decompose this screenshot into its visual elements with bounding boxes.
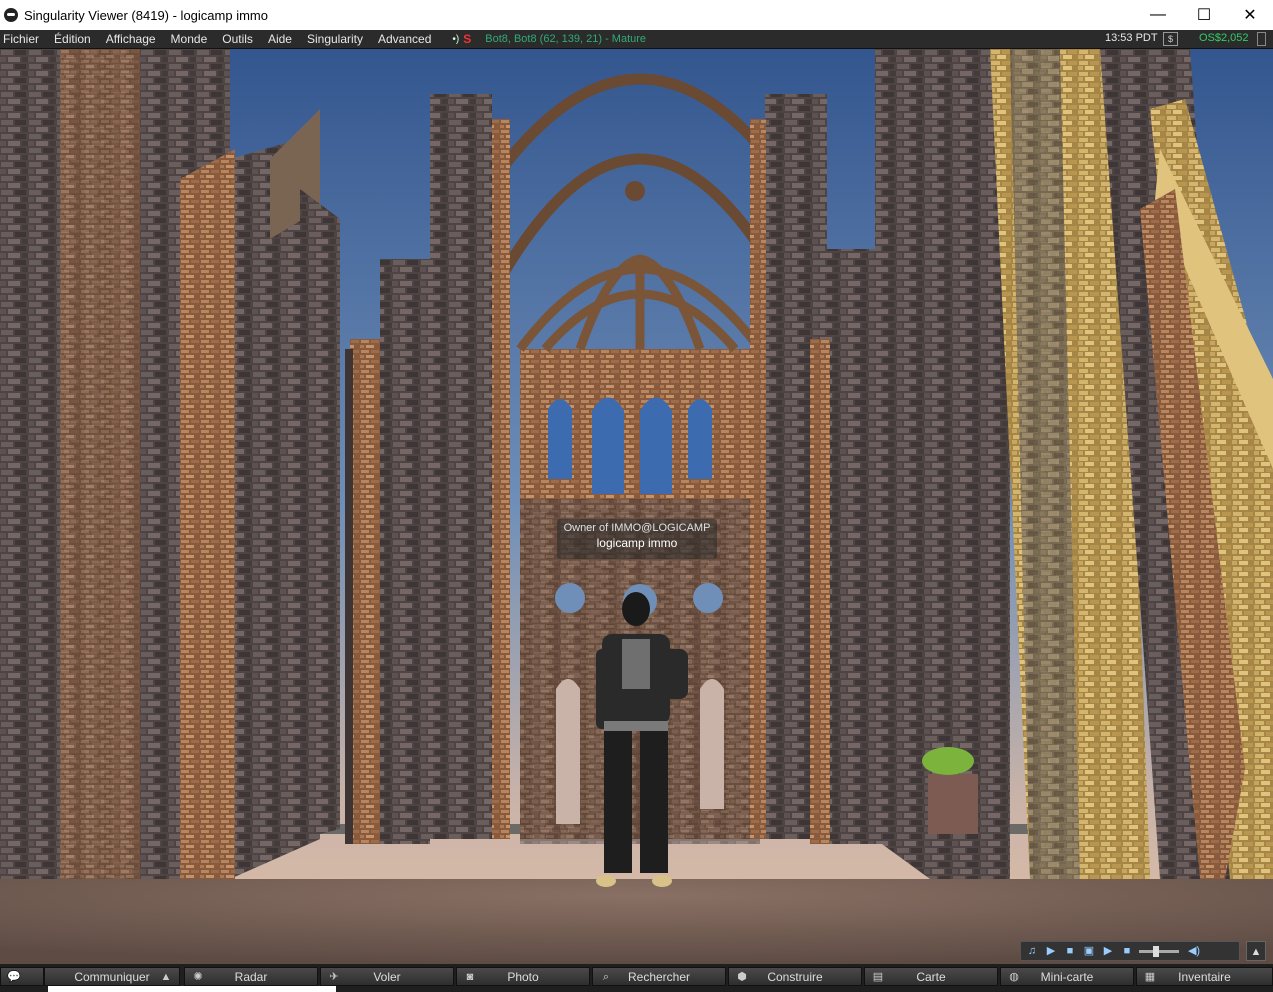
avatar-group-title: Owner of IMMO@LOGICAMP [563,522,711,534]
inventory-label: Inventaire [1178,969,1231,984]
volume-slider[interactable] [1139,945,1179,957]
media-play-icon[interactable]: ▶ [1101,944,1115,958]
media-icon[interactable]: ▣ [1082,944,1096,958]
buy-currency-icon[interactable]: $ [1163,32,1178,46]
menu-outils[interactable]: Outils [218,32,261,46]
menu-fichier[interactable]: Fichier [0,32,47,46]
location-readout[interactable]: Bot8, Bot8 (62, 139, 21) - Mature [485,33,646,45]
close-button[interactable]: ✕ [1227,0,1273,30]
map-button[interactable]: ▤ Carte [864,967,998,986]
menu-scroll-handle[interactable] [1257,32,1266,46]
map-label: Carte [916,969,946,984]
menu-aide[interactable]: Aide [264,32,300,46]
inventory-button[interactable]: ▦ Inventaire [1136,967,1273,986]
minimap-button[interactable]: ◍ Mini-carte [1000,967,1134,986]
sound-playing-icon[interactable]: •) [452,34,459,45]
singularity-logo-icon [4,8,18,22]
maximize-button[interactable]: ☐ [1181,0,1227,30]
minimap-label: Mini-carte [1040,969,1094,984]
menu-singularity[interactable]: Singularity [303,32,371,46]
world-viewport[interactable] [0,49,1273,964]
search-label: Rechercher [627,969,691,984]
avatar-name-tag: Owner of IMMO@LOGICAMP logicamp immo [557,519,717,559]
music-note-icon[interactable]: ♫ [1025,944,1039,958]
chat-input-field[interactable] [48,986,336,992]
chevron-up-icon: ▲ [160,970,172,983]
menu-advanced[interactable]: Advanced [374,32,439,46]
media-controls: ♫ ▶ ■ ▣ ▶ ■ ◀) [1020,941,1240,961]
build-label: Construire [767,969,823,984]
clock: 13:53 PDT [1105,32,1158,44]
chat-bubble-icon: 💬 [7,970,21,983]
menu-bar: Fichier Édition Affichage Monde Outils A… [0,30,1273,49]
expand-media-button[interactable]: ▲ [1246,941,1266,961]
play-icon[interactable]: ▶ [1044,944,1058,958]
communicate-button[interactable]: Communiquer ▲ [44,967,180,986]
menu-monde[interactable]: Monde [167,32,216,46]
minimize-button[interactable]: — [1135,0,1181,30]
scripts-disabled-icon[interactable]: S [463,32,471,46]
photo-label: Photo [507,969,539,984]
window-title: Singularity Viewer (8419) - logicamp imm… [24,7,268,23]
menu-edition[interactable]: Édition [50,32,99,46]
speaker-icon[interactable]: ◀) [1187,944,1201,958]
stop-icon[interactable]: ■ [1063,944,1077,958]
build-button[interactable]: ⬢ Construire [728,967,862,986]
search-button[interactable]: ⌕ Rechercher [592,967,726,986]
cathedral-scene [0,49,1273,964]
media-stop-icon[interactable]: ■ [1120,944,1134,958]
avatar-name: logicamp immo [596,536,678,550]
fly-label: Voler [373,969,401,984]
currency-balance[interactable]: OS$2,052 [1199,32,1249,44]
radar-button[interactable]: ✺ Radar [184,967,318,986]
window-title-bar[interactable]: Singularity Viewer (8419) - logicamp imm… [0,0,1273,30]
menu-affichage[interactable]: Affichage [102,32,164,46]
chat-bar-toggle[interactable]: 💬 [0,967,44,986]
radar-label: Radar [234,969,268,984]
photo-button[interactable]: ◙ Photo [456,967,590,986]
fly-button[interactable]: ✈ Voler [320,967,454,986]
